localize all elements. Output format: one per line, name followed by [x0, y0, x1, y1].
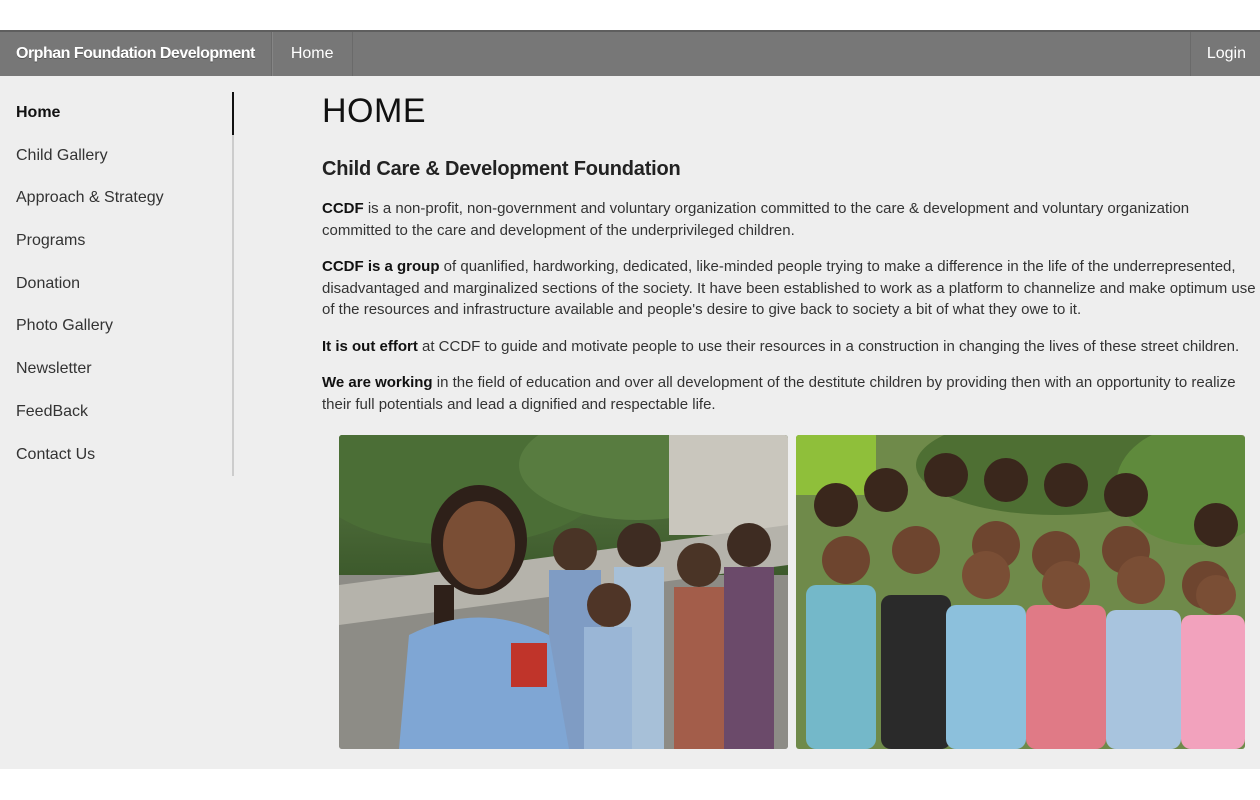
- children-photo-right: [796, 435, 1245, 749]
- paragraph-text: is a non-profit, non-government and volu…: [322, 200, 1190, 239]
- paragraph-text: in the field of education and over all d…: [322, 374, 1236, 413]
- paragraph-lead: CCDF is a group: [322, 258, 440, 275]
- login-link[interactable]: Login: [1189, 32, 1260, 76]
- sidebar-item-approach-strategy[interactable]: Approach & Strategy: [0, 177, 232, 220]
- navbar-spacer: [353, 32, 1190, 76]
- sidebar-item-child-gallery[interactable]: Child Gallery: [0, 135, 232, 178]
- group-paragraph: CCDF is a group of quanlified, hardworki…: [322, 256, 1260, 321]
- page-title: HOME: [322, 92, 426, 130]
- working-paragraph: We are working in the field of education…: [322, 372, 1260, 415]
- children-photo-left: [339, 435, 788, 749]
- sidebar-item-donation[interactable]: Donation: [0, 263, 232, 306]
- nav-home-link[interactable]: Home: [271, 32, 353, 76]
- photo-row: [339, 435, 1249, 751]
- effort-paragraph: It is out effort at CCDF to guide and mo…: [322, 336, 1260, 358]
- paragraph-text: at CCDF to guide and motivate people to …: [417, 337, 1240, 355]
- page-frame: Orphan Foundation Development Home Login…: [0, 30, 1260, 769]
- sidebar-item-photo-gallery[interactable]: Photo Gallery: [0, 305, 232, 348]
- main-content: HOME Child Care & Development Foundation…: [322, 92, 1260, 430]
- brand-link[interactable]: Orphan Foundation Development: [0, 32, 272, 76]
- page-subtitle: Child Care & Development Foundation: [322, 158, 681, 180]
- sidebar-item-home[interactable]: Home: [0, 92, 234, 135]
- paragraph-lead: It is out effort: [322, 337, 418, 355]
- sidebar-item-programs[interactable]: Programs: [0, 220, 232, 263]
- paragraph-text: of quanlified, hardworking, dedicated, l…: [322, 258, 1256, 318]
- sidebar-nav: Home Child Gallery Approach & Strategy P…: [0, 92, 234, 476]
- intro-paragraph: CCDF is a non-profit, non-government and…: [322, 198, 1260, 241]
- sidebar-item-newsletter[interactable]: Newsletter: [0, 348, 232, 391]
- paragraph-lead: CCDF: [322, 200, 364, 217]
- sidebar-item-feedback[interactable]: FeedBack: [0, 391, 232, 434]
- sidebar-item-contact-us[interactable]: Contact Us: [0, 434, 232, 477]
- top-navbar: Orphan Foundation Development Home Login: [0, 30, 1260, 76]
- paragraph-lead: We are working: [322, 374, 433, 391]
